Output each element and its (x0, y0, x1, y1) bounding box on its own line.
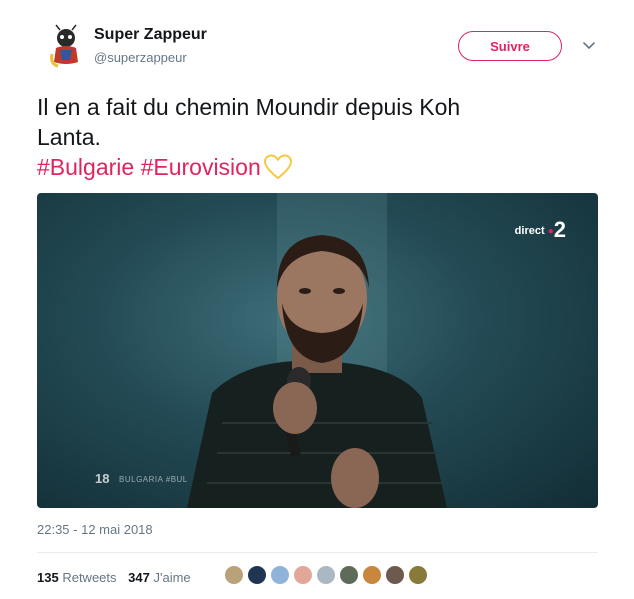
liker-avatar[interactable] (408, 565, 428, 585)
retweets-count: 135 (37, 570, 59, 585)
retweets-label: Retweets (62, 570, 117, 585)
tv-mascot-icon (50, 24, 78, 68)
follow-button[interactable]: Suivre (458, 31, 562, 61)
tweet-text: Il en a fait du chemin Moundir depuis Ko… (37, 92, 597, 187)
chevron-down-icon[interactable] (582, 38, 596, 52)
likes-count: 347 (128, 570, 150, 585)
performance-number: 18 (95, 471, 110, 486)
liker-avatar[interactable] (224, 565, 244, 585)
likes-label: J'aime (153, 570, 191, 585)
hashtag-links[interactable]: #Bulgarie #Eurovision (37, 154, 261, 180)
channel-logo: direct ●2 (515, 217, 566, 243)
retweets-stat[interactable]: 135 Retweets (37, 570, 117, 585)
tweet-text-line: Il en a fait du chemin Moundir depuis Ko… (37, 94, 461, 120)
author-handle[interactable]: @superzappeur (94, 50, 187, 65)
liker-avatar[interactable] (270, 565, 290, 585)
liker-avatar[interactable] (316, 565, 336, 585)
author-name[interactable]: Super Zappeur (94, 26, 207, 44)
tweet-video[interactable]: direct ●2 18 BULGARIA #BUL (37, 193, 598, 508)
liker-avatar[interactable] (385, 565, 405, 585)
channel-label: direct (514, 225, 545, 237)
likers-avatars (224, 565, 431, 585)
tweet-stats: 135 Retweets 347 J'aime (37, 570, 199, 585)
tweet-timestamp[interactable]: 22:35 - 12 mai 2018 (37, 522, 153, 537)
divider (37, 552, 598, 553)
tweet-text-line: Lanta. (37, 124, 101, 150)
liker-avatar[interactable] (247, 565, 267, 585)
avatar[interactable] (46, 24, 86, 68)
channel-number: 2 (553, 217, 566, 242)
performance-country: BULGARIA #BUL (119, 475, 188, 484)
likes-stat[interactable]: 347 J'aime (128, 570, 191, 585)
liker-avatar[interactable] (293, 565, 313, 585)
liker-avatar[interactable] (339, 565, 359, 585)
yellow-heart-icon (263, 154, 293, 187)
liker-avatar[interactable] (362, 565, 382, 585)
